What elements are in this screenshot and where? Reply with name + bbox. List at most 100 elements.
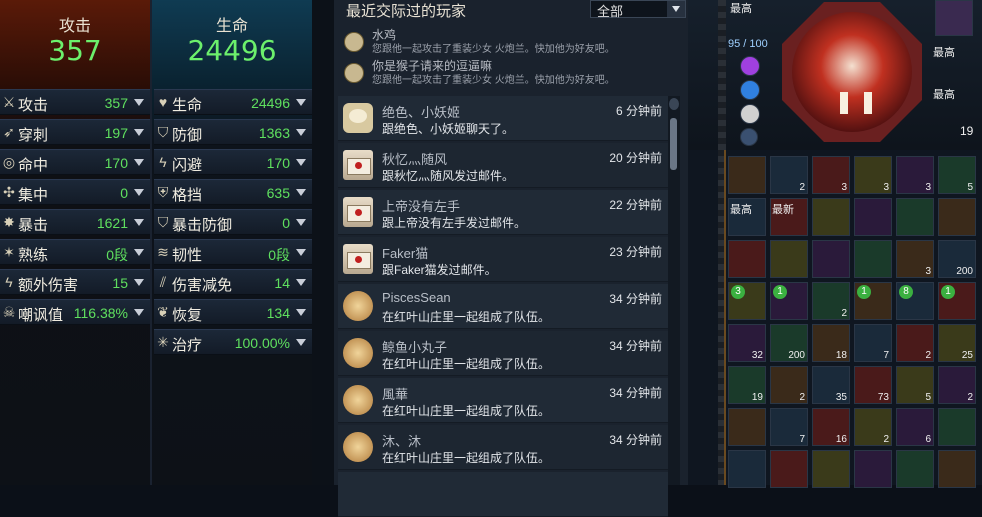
dropdown-arrow-icon[interactable]	[296, 219, 306, 226]
stat-row-focus[interactable]: ✣ 集中 0	[0, 179, 150, 205]
dropdown-arrow-icon[interactable]	[134, 219, 144, 226]
notice-item[interactable]: 你是猴子请来的逗逼嘛 您跟他一起攻击了重装少女 火炮兰。快加他为好友吧。	[338, 57, 668, 87]
inventory-slot[interactable]: 200	[770, 324, 808, 362]
inventory-slot[interactable]	[938, 198, 976, 236]
player-row[interactable]: Faker猫 跟Faker猫发过邮件。 23 分钟前	[338, 237, 668, 282]
inventory-slot[interactable]: 1	[770, 282, 808, 320]
dropdown-arrow-icon[interactable]	[296, 189, 306, 196]
inventory-slot[interactable]: 1	[938, 282, 976, 320]
dropdown-arrow-icon[interactable]	[134, 129, 144, 136]
stat-row-evasion[interactable]: ϟ 闪避 170	[154, 149, 312, 175]
inventory-slot[interactable]: 3	[812, 156, 850, 194]
dropdown-arrow-icon[interactable]	[296, 159, 306, 166]
inventory-slot[interactable]: 16	[812, 408, 850, 446]
inventory-slot[interactable]: 3	[854, 156, 892, 194]
stat-row-extra-damage[interactable]: ϟ 额外伤害 15	[0, 269, 150, 295]
inventory-slot[interactable]	[854, 198, 892, 236]
list-scrollbar[interactable]	[668, 96, 680, 485]
scrollbar-thumb[interactable]	[670, 118, 677, 170]
inventory-slot[interactable]: 5	[938, 156, 976, 194]
stat-row-health[interactable]: ♥ 生命 24496	[154, 89, 312, 115]
dropdown-arrow-icon[interactable]	[296, 339, 306, 346]
inventory-slot[interactable]: 32	[728, 324, 766, 362]
inventory-slot[interactable]: 73	[854, 366, 892, 404]
inventory-slot[interactable]: 5	[896, 366, 934, 404]
inventory-slot[interactable]	[728, 408, 766, 446]
dropdown-arrow-icon[interactable]	[296, 249, 306, 256]
dropdown-arrow-icon[interactable]	[296, 309, 306, 316]
stat-row-recovery[interactable]: ❦ 恢复 134	[154, 299, 312, 325]
inventory-slot[interactable]: 35	[812, 366, 850, 404]
inventory-slot[interactable]	[938, 408, 976, 446]
dropdown-arrow-icon[interactable]	[134, 279, 144, 286]
player-row[interactable]: 風華 在红叶山庄里一起组成了队伍。 34 分钟前	[338, 378, 668, 423]
stat-row-crit-defense[interactable]: ⛉ 暴击防御 0	[154, 209, 312, 235]
stat-row-block[interactable]: ⛨ 格挡 635	[154, 179, 312, 205]
inventory-slot[interactable]: 7	[770, 408, 808, 446]
inventory-slot[interactable]: 19	[728, 366, 766, 404]
plus-icon[interactable]	[740, 128, 758, 146]
dropdown-arrow-icon[interactable]	[296, 279, 306, 286]
filter-dropdown[interactable]: 全部	[590, 0, 686, 19]
equipment-slot[interactable]	[935, 0, 973, 36]
inventory-slot[interactable]	[896, 198, 934, 236]
gem-icon[interactable]	[740, 80, 760, 100]
dropdown-arrow-icon[interactable]	[134, 309, 144, 316]
inventory-slot[interactable]	[896, 450, 934, 488]
stat-row-toughness[interactable]: ≋ 韧性 0段	[154, 239, 312, 265]
player-row[interactable]: 沐、沐 在红叶山庄里一起组成了队伍。 34 分钟前	[338, 425, 668, 470]
player-row[interactable]: 上帝没有左手 跟上帝没有左手发过邮件。 22 分钟前	[338, 190, 668, 235]
inventory-slot[interactable]: 1	[854, 282, 892, 320]
dropdown-arrow-icon[interactable]	[296, 99, 306, 106]
inventory-slot[interactable]: 2	[770, 156, 808, 194]
inventory-slot[interactable]	[728, 156, 766, 194]
stat-row-threat[interactable]: ☠ 嘲讽值 116.38%	[0, 299, 150, 325]
inventory-slot[interactable]: 8	[896, 282, 934, 320]
inventory-slot[interactable]: 2	[938, 366, 976, 404]
gem-icon[interactable]	[740, 104, 760, 124]
inventory-slot[interactable]: 25	[938, 324, 976, 362]
stat-row-accuracy[interactable]: ◎ 命中 170	[0, 149, 150, 175]
inventory-slot[interactable]: 最新	[770, 198, 808, 236]
inventory-slot[interactable]	[728, 450, 766, 488]
inventory-slot[interactable]: 3	[896, 240, 934, 278]
dropdown-arrow-icon[interactable]	[134, 189, 144, 196]
inventory-slot[interactable]: 2	[854, 408, 892, 446]
stat-row-healing[interactable]: ✳ 治疗 100.00%	[154, 329, 312, 355]
stat-row-mastery[interactable]: ✶ 熟练 0段	[0, 239, 150, 265]
player-row[interactable]: 鲸鱼小丸子 在红叶山庄里一起组成了队伍。 34 分钟前	[338, 331, 668, 376]
inventory-slot[interactable]	[812, 450, 850, 488]
inventory-slot[interactable]: 最高	[728, 198, 766, 236]
stat-row-defense[interactable]: ⛉ 防御 1363	[154, 119, 312, 145]
inventory-slot[interactable]: 3	[728, 282, 766, 320]
inventory-slot[interactable]	[770, 450, 808, 488]
dropdown-arrow-icon[interactable]	[134, 249, 144, 256]
player-row[interactable]	[338, 472, 668, 517]
dropdown-arrow-icon[interactable]	[134, 159, 144, 166]
inventory-slot[interactable]: 2	[812, 282, 850, 320]
chevron-down-icon[interactable]	[667, 1, 685, 17]
dropdown-arrow-icon[interactable]	[296, 129, 306, 136]
notice-item[interactable]: 水鸡 您跟他一起攻击了重装少女 火炮兰。快加他为好友吧。	[338, 26, 668, 56]
inventory-slot[interactable]: 7	[854, 324, 892, 362]
stat-row-attack[interactable]: ⚔ 攻击 357	[0, 89, 150, 115]
gem-icon[interactable]	[740, 56, 760, 76]
inventory-slot[interactable]	[770, 240, 808, 278]
scroll-up-icon[interactable]	[669, 98, 679, 110]
stat-row-damage-reduction[interactable]: ⫽ 伤害减免 14	[154, 269, 312, 295]
inventory-slot[interactable]	[812, 240, 850, 278]
inventory-slot[interactable]: 3	[896, 156, 934, 194]
inventory-slot[interactable]	[728, 240, 766, 278]
inventory-slot[interactable]: 2	[896, 324, 934, 362]
stat-row-critical[interactable]: ✸ 暴击 1621	[0, 209, 150, 235]
player-row[interactable]: PiscesSean 在红叶山庄里一起组成了队伍。 34 分钟前	[338, 284, 668, 329]
inventory-slot[interactable]	[812, 198, 850, 236]
stat-row-pierce[interactable]: ➶ 穿刺 197	[0, 119, 150, 145]
inventory-slot[interactable]	[938, 450, 976, 488]
player-row[interactable]: 秋忆灬随风 跟秋忆灬随风发过邮件。 20 分钟前	[338, 143, 668, 188]
inventory-slot[interactable]: 2	[770, 366, 808, 404]
inventory-slot[interactable]: 18	[812, 324, 850, 362]
inventory-slot[interactable]	[854, 240, 892, 278]
inventory-slot[interactable]: 6	[896, 408, 934, 446]
player-row[interactable]: 绝色、小妖姬 跟绝色、小妖姬聊天了。 6 分钟前	[338, 96, 668, 141]
